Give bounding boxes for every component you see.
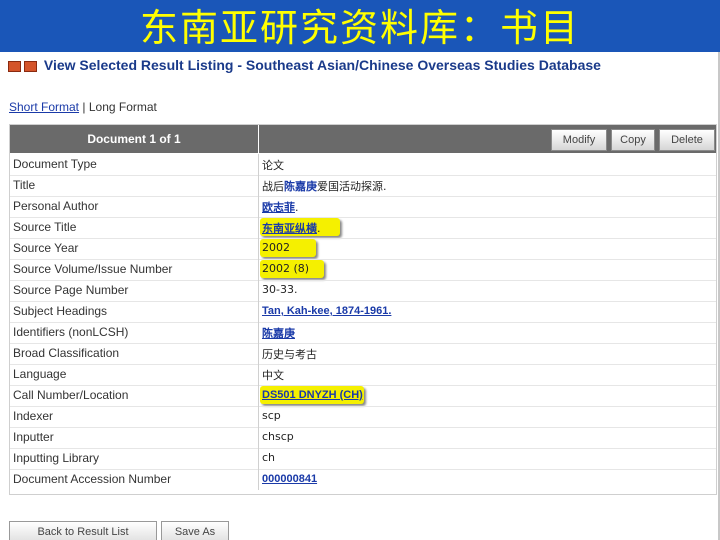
action-bar: Modify Copy Delete <box>259 125 716 153</box>
short-format-link[interactable]: Short Format <box>9 100 79 114</box>
page-heading: View Selected Result Listing - Southeast… <box>8 57 601 73</box>
field-value: 东南亚纵横. <box>262 222 321 235</box>
field-row: Personal Author 欧志菲. <box>10 196 716 218</box>
field-value: 战后陈嘉庚爱国活动探源. <box>262 180 387 193</box>
field-row: Inputter chscp <box>10 427 716 449</box>
field-label: Indexer <box>13 409 54 423</box>
copy-button[interactable]: Copy <box>611 129 655 151</box>
field-label: Identifiers (nonLCSH) <box>13 325 129 339</box>
field-label: Source Page Number <box>13 283 129 297</box>
field-row: Source Title 东南亚纵横. <box>10 217 716 239</box>
field-label: Personal Author <box>13 199 99 213</box>
field-label: Source Volume/Issue Number <box>13 262 173 276</box>
modify-button[interactable]: Modify <box>551 129 607 151</box>
field-label: Inputter <box>13 430 54 444</box>
slide-title: 东南亚研究资料库：书目 <box>139 6 580 50</box>
field-row: Subject Headings Tan, Kah-kee, 1874-1961… <box>10 301 716 323</box>
source-title-link[interactable]: 东南亚纵横 <box>262 223 317 235</box>
field-row: Call Number/Location DS501 DNYZH (CH) <box>10 385 716 407</box>
field-value: 历史与考古 <box>262 348 317 361</box>
title-highlight: 陈嘉庚 <box>284 180 317 193</box>
field-value: 30-33. <box>262 283 298 296</box>
field-value: scp <box>262 409 281 422</box>
field-value: 2002 (8) <box>262 262 310 275</box>
field-label: Broad Classification <box>13 346 120 360</box>
field-row: Source Page Number 30-33. <box>10 280 716 302</box>
window-icon-2 <box>24 60 37 72</box>
field-value: 陈嘉庚 <box>262 325 295 341</box>
field-label: Call Number/Location <box>13 388 129 402</box>
field-label: Document Type <box>13 157 97 171</box>
field-value: chscp <box>262 430 294 443</box>
field-value: Tan, Kah-kee, 1874-1961. <box>262 304 391 317</box>
subject-heading-link[interactable]: Tan, Kah-kee, 1874-1961. <box>262 305 391 317</box>
window-icon <box>8 60 21 72</box>
record-table: Document 1 of 1 Modify Copy Delete Docum… <box>9 124 717 495</box>
save-as-button[interactable]: Save As <box>161 521 229 540</box>
field-row: Language 中文 <box>10 364 716 386</box>
field-row: Broad Classification 历史与考古 <box>10 343 716 365</box>
accession-number-link[interactable]: 000000841 <box>262 473 317 485</box>
field-label: Language <box>13 367 67 381</box>
field-row: Source Year 2002 <box>10 238 716 260</box>
format-switch: Short Format | Long Format <box>9 100 157 114</box>
field-value: 000000841 <box>262 472 317 485</box>
field-row: Identifiers (nonLCSH) 陈嘉庚 <box>10 322 716 344</box>
document-header: Document 1 of 1 <box>10 125 258 153</box>
field-label: Title <box>13 178 36 192</box>
field-value: 2002 <box>262 241 290 254</box>
format-divider: | <box>82 100 86 114</box>
delete-button[interactable]: Delete <box>659 129 715 151</box>
field-value: 欧志菲. <box>262 201 299 214</box>
field-label: Source Year <box>13 241 79 255</box>
field-row: Document Accession Number 000000841 <box>10 469 716 490</box>
field-row: Document Type 论文 <box>10 154 716 176</box>
back-to-result-list-button[interactable]: Back to Result List <box>9 521 157 540</box>
page-heading-text: View Selected Result Listing - Southeast… <box>43 57 601 73</box>
field-label: Inputting Library <box>13 451 100 465</box>
field-label: Subject Headings <box>13 304 108 318</box>
identifier-link[interactable]: 陈嘉庚 <box>262 328 295 340</box>
call-number-link[interactable]: DS501 DNYZH (CH) <box>262 389 363 401</box>
author-link[interactable]: 欧志菲 <box>262 202 295 214</box>
field-label: Document Accession Number <box>13 472 172 486</box>
field-row: Inputting Library ch <box>10 448 716 470</box>
field-value: 中文 <box>262 369 284 382</box>
field-row: Indexer scp <box>10 406 716 428</box>
field-row: Title 战后陈嘉庚爱国活动探源. <box>10 175 716 197</box>
long-format-label[interactable]: Long Format <box>89 100 157 114</box>
field-label: Source Title <box>13 220 77 234</box>
field-value: DS501 DNYZH (CH) <box>262 388 363 401</box>
field-value: 论文 <box>262 159 284 172</box>
screenshot-panel: View Selected Result Listing - Southeast… <box>0 52 718 540</box>
field-value: ch <box>262 451 276 464</box>
field-row: Source Volume/Issue Number 2002 (8) <box>10 259 716 281</box>
